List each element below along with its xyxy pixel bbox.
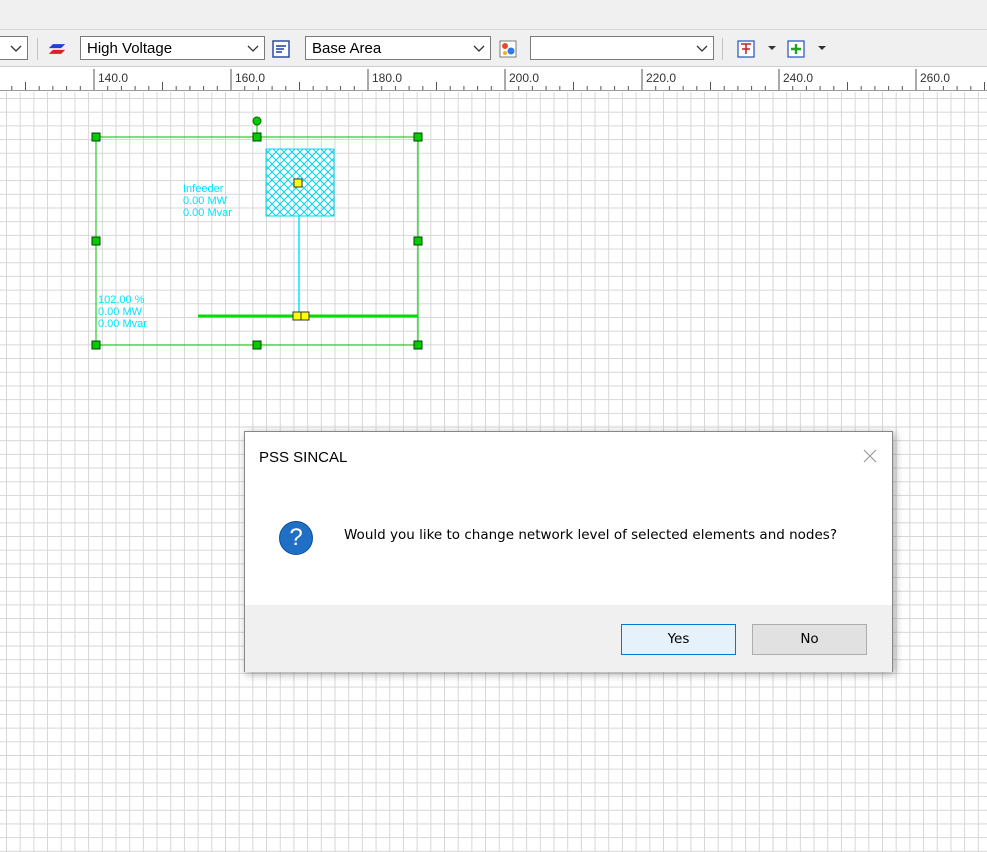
ruler-ticks: [11, 69, 985, 90]
busbar-anchor: [300, 311, 310, 321]
confirm-dialog: PSS SINCAL ? Would you like to change ne…: [244, 431, 893, 672]
chevron-down-icon: [10, 45, 22, 52]
area-select[interactable]: Base Area: [305, 36, 491, 60]
resize-handle[interactable]: [413, 340, 423, 350]
node-label: 102.00 % 0.00 MW 0.00 Mvar: [98, 294, 147, 330]
add-node-icon[interactable]: [787, 40, 805, 58]
resize-handle[interactable]: [252, 340, 262, 350]
no-button[interactable]: No: [752, 624, 867, 655]
insert-element-icon[interactable]: [737, 40, 755, 58]
node-voltage: 102.00 %: [98, 294, 145, 306]
toolbar-separator: [37, 38, 38, 60]
horizontal-ruler: 140.0 160.0 180.0 200.0 220.0 240.0 260.…: [0, 68, 987, 91]
close-icon[interactable]: [860, 446, 880, 466]
group-icon: [499, 40, 517, 58]
infeeder-anchor: [293, 178, 303, 188]
infeeder-label: Infeeder 0.00 MW 0.00 Mvar: [183, 183, 232, 219]
node-p: 0.00 MW: [98, 306, 143, 318]
infeeder-name: Infeeder: [183, 183, 224, 195]
resize-handle[interactable]: [413, 236, 423, 246]
third-select[interactable]: [530, 36, 714, 60]
ruler-label: 200.0: [509, 71, 540, 85]
chevron-down-icon[interactable]: [818, 46, 826, 50]
resize-handle[interactable]: [252, 132, 262, 142]
toolbar: High Voltage Base Area: [0, 30, 987, 67]
area-value: Base Area: [312, 40, 382, 57]
ruler-label: 260.0: [920, 71, 951, 85]
question-icon: ?: [279, 521, 313, 555]
toolbar-separator: [722, 38, 723, 60]
busbar-anchor: [292, 311, 302, 321]
ruler-label: 220.0: [646, 71, 677, 85]
network-level-icon: [48, 44, 66, 54]
dialog-footer: Yes No: [245, 605, 892, 672]
chevron-down-icon[interactable]: [768, 46, 776, 50]
network-level-value: High Voltage: [87, 40, 173, 57]
top-band: [0, 0, 987, 30]
chevron-down-icon: [247, 45, 259, 52]
node-q: 0.00 Mvar: [98, 318, 147, 330]
resize-handle[interactable]: [91, 132, 101, 142]
resize-handle[interactable]: [91, 340, 101, 350]
ruler-label: 160.0: [235, 71, 266, 85]
ruler-label: 180.0: [372, 71, 403, 85]
resize-handle[interactable]: [91, 236, 101, 246]
network-level-select[interactable]: High Voltage: [80, 36, 265, 60]
dialog-message: Would you like to change network level o…: [344, 527, 837, 543]
ruler-label: 240.0: [783, 71, 814, 85]
chevron-down-icon: [473, 45, 485, 52]
dialog-title: PSS SINCAL: [259, 449, 348, 466]
infeeder-p: 0.00 MW: [183, 195, 228, 207]
resize-handle[interactable]: [413, 132, 423, 142]
chevron-down-icon: [696, 45, 708, 52]
area-icon: [272, 40, 290, 58]
partial-combo[interactable]: [0, 36, 28, 60]
ruler-label: 140.0: [98, 71, 129, 85]
rotate-handle[interactable]: [252, 116, 262, 126]
infeeder-q: 0.00 Mvar: [183, 207, 232, 219]
yes-button[interactable]: Yes: [621, 624, 736, 655]
